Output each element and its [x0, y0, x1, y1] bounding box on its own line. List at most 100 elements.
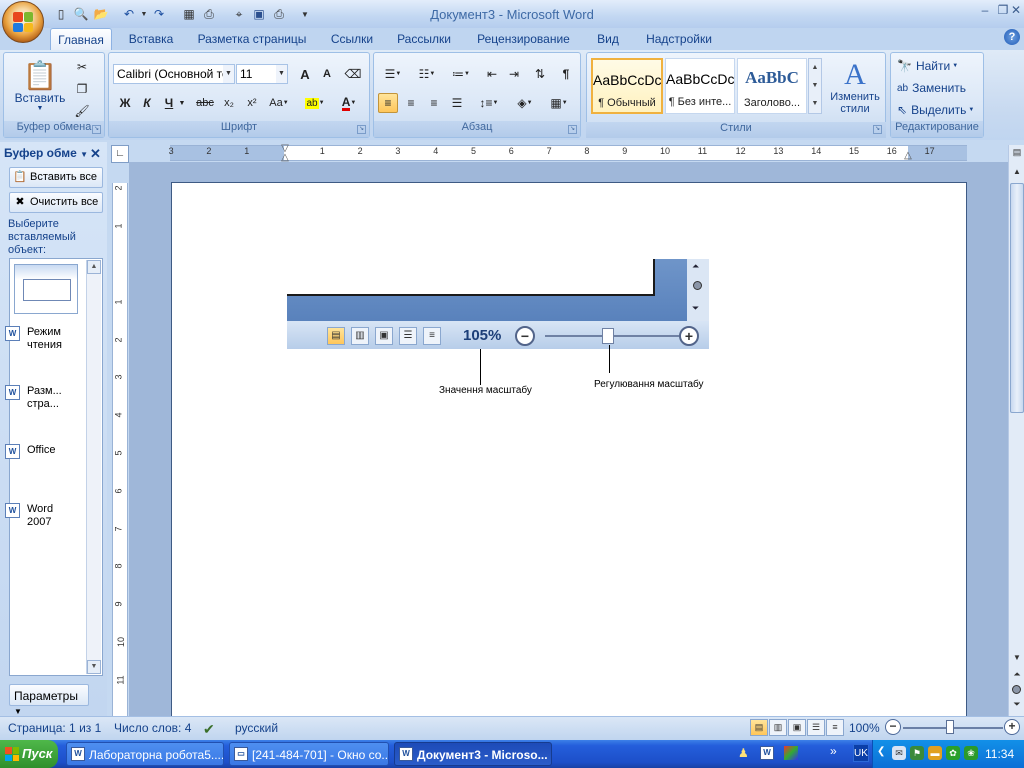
styles-gallery-scroll[interactable]: ▲ ▼ ▼ [808, 58, 822, 114]
clear-all-button[interactable]: ✖ Очистить все [9, 192, 103, 213]
draft-view-icon[interactable]: ≡ [826, 719, 844, 736]
find-button[interactable]: 🔭 Найти ▼ [897, 57, 958, 75]
help-button[interactable]: ? [1004, 29, 1020, 45]
app-icon[interactable] [784, 746, 798, 760]
numbering-icon[interactable]: ☷ ▼ [412, 64, 442, 84]
zoom-in-icon[interactable]: + [1004, 719, 1020, 735]
security-icon[interactable]: ❀ [964, 746, 978, 760]
tab-insert[interactable]: Вставка [122, 28, 180, 50]
start-button[interactable]: Пуск [0, 740, 58, 768]
justify-icon[interactable]: ☰ [447, 93, 467, 113]
clipboard-item[interactable]: W Word 2007 [5, 503, 75, 529]
clipboard-item[interactable]: W Разм... стра... [5, 385, 75, 411]
chevron-left-icon[interactable]: ❮ [877, 746, 885, 757]
tab-page-layout[interactable]: Разметка страницы [193, 28, 311, 50]
show-marks-button[interactable]: ¶ [556, 64, 576, 84]
chevron-down-icon[interactable]: ▼ [87, 660, 101, 674]
superscript-button[interactable]: x² [242, 93, 262, 113]
scroll-thumb[interactable] [1010, 183, 1024, 413]
chevron-double-right-icon[interactable]: » [830, 744, 837, 758]
paste-button[interactable]: 📋 Вставить ▼ [10, 57, 70, 115]
align-left-icon[interactable]: ≡ [378, 93, 398, 113]
format-painter-icon[interactable]: 🖌 [72, 101, 92, 121]
taskbar-item[interactable]: ▭ [241-484-701] - Окно со... [229, 742, 389, 766]
browse-object-icon[interactable] [1012, 685, 1021, 694]
align-right-icon[interactable]: ≡ [424, 93, 444, 113]
underline-button[interactable]: Ч [159, 93, 179, 113]
chevron-up-icon[interactable]: ▲ [1010, 167, 1024, 181]
embedded-image[interactable]: ⏶ ⏷ ▤ ▥ ▣ ☰ ≡ 105% − + [287, 259, 709, 349]
grow-font-button[interactable]: A [295, 64, 315, 84]
paste-all-button[interactable]: 📋 Вставить все [9, 167, 103, 188]
clipboard-scrollbar[interactable]: ▲ ▼ [86, 260, 101, 674]
next-page-icon[interactable]: ⏷ [1010, 699, 1024, 713]
folder-icon[interactable]: ▬ [928, 746, 942, 760]
multilevel-list-icon[interactable]: ≔ ▼ [446, 64, 476, 84]
tab-references[interactable]: Ссылки [325, 28, 379, 50]
antivirus-icon[interactable]: ✿ [946, 746, 960, 760]
office-button[interactable] [2, 1, 44, 43]
shrink-font-button[interactable]: A [317, 64, 337, 84]
bold-button[interactable]: Ж [115, 93, 135, 113]
tab-view[interactable]: Вид [590, 28, 626, 50]
chevron-down-icon[interactable]: ▼ [809, 77, 821, 95]
language-status[interactable]: русский [235, 721, 278, 735]
taskbar-item-active[interactable]: W Документ3 - Microso... [394, 742, 552, 766]
print-layout-icon[interactable]: ▤ [750, 719, 768, 736]
ruler-toggle-icon[interactable]: ▤ [1010, 147, 1024, 161]
borders-icon[interactable]: ▦ ▼ [544, 93, 574, 113]
style-tile-normal[interactable]: AaBbCcDc ¶ Обычный [591, 58, 663, 114]
copy-icon[interactable]: ❐ [72, 79, 92, 99]
reading-view-icon[interactable]: ▥ [769, 719, 787, 736]
right-indent-marker-icon[interactable]: △ [903, 150, 913, 161]
chevron-up-icon[interactable]: ▲ [809, 59, 821, 77]
tab-addins[interactable]: Надстройки [640, 28, 718, 50]
clipboard-item[interactable]: W Office [5, 444, 75, 459]
prev-page-icon[interactable]: ⏶ [1010, 669, 1024, 683]
language-indicator[interactable]: UK [853, 744, 869, 762]
increase-indent-icon[interactable]: ⇥ [504, 64, 524, 84]
change-styles-button[interactable]: A Изменить стили [826, 56, 884, 118]
font-size-combo[interactable]: 11 ▼ [236, 64, 288, 84]
align-center-icon[interactable]: ≡ [401, 93, 421, 113]
clipboard-item-image[interactable] [14, 264, 78, 314]
decrease-indent-icon[interactable]: ⇤ [482, 64, 502, 84]
subscript-button[interactable]: x₂ [219, 93, 239, 113]
cut-icon[interactable]: ✂ [72, 57, 92, 77]
word-icon[interactable]: W [760, 746, 774, 760]
mail-icon[interactable]: ✉ [892, 746, 906, 760]
select-button[interactable]: ⇖ Выделить ▼ [897, 101, 974, 119]
italic-button[interactable]: К [137, 93, 157, 113]
minimize-button[interactable]: – [975, 3, 995, 21]
zoom-slider-thumb[interactable] [946, 720, 954, 734]
outline-view-icon[interactable]: ☰ [807, 719, 825, 736]
styles-launcher-icon[interactable]: ↘ [873, 125, 882, 134]
replace-button[interactable]: ab Заменить [897, 79, 966, 97]
indent-marker-icon[interactable]: ▽ △ [280, 144, 290, 163]
taskbar-item[interactable]: W Лабораторна робота5.... [66, 742, 224, 766]
zoom-out-icon[interactable]: − [885, 719, 901, 735]
proofing-icon[interactable]: ✔ [203, 721, 215, 738]
tab-review[interactable]: Рецензирование [471, 28, 576, 50]
quicklaunch-icon[interactable]: ♟ [738, 746, 752, 760]
sort-icon[interactable]: ⇅ [530, 64, 550, 84]
line-spacing-icon[interactable]: ↕≡ ▼ [474, 93, 504, 113]
clipboard-launcher-icon[interactable]: ↘ [92, 125, 101, 134]
clear-format-icon[interactable]: ⌫ [343, 64, 363, 84]
style-tile-heading[interactable]: AaBbC Заголово... [737, 58, 807, 114]
highlight-button[interactable]: ab ▼ [301, 93, 329, 113]
network-icon[interactable]: ⚑ [910, 746, 924, 760]
font-name-combo[interactable]: Calibri (Основной те ▼ [113, 64, 235, 84]
shading-icon[interactable]: ◈ ▼ [510, 93, 540, 113]
vertical-scrollbar[interactable]: ▤ ▲ ▼ ⏶ ⏷ [1008, 145, 1024, 716]
word-count[interactable]: Число слов: 4 [114, 721, 191, 735]
page-count[interactable]: Страница: 1 из 1 [8, 721, 101, 735]
close-button[interactable]: ✕ [1008, 3, 1024, 21]
more-icon[interactable]: ▼ [809, 95, 821, 113]
chevron-up-icon[interactable]: ▲ [87, 260, 101, 274]
font-launcher-icon[interactable]: ↘ [357, 125, 366, 134]
style-tile-no-spacing[interactable]: AaBbCcDc ¶ Без инте... [665, 58, 735, 114]
web-layout-icon[interactable]: ▣ [788, 719, 806, 736]
zoom-level[interactable]: 100% [849, 721, 880, 735]
clipboard-options-button[interactable]: Параметры ▼ [9, 684, 89, 716]
